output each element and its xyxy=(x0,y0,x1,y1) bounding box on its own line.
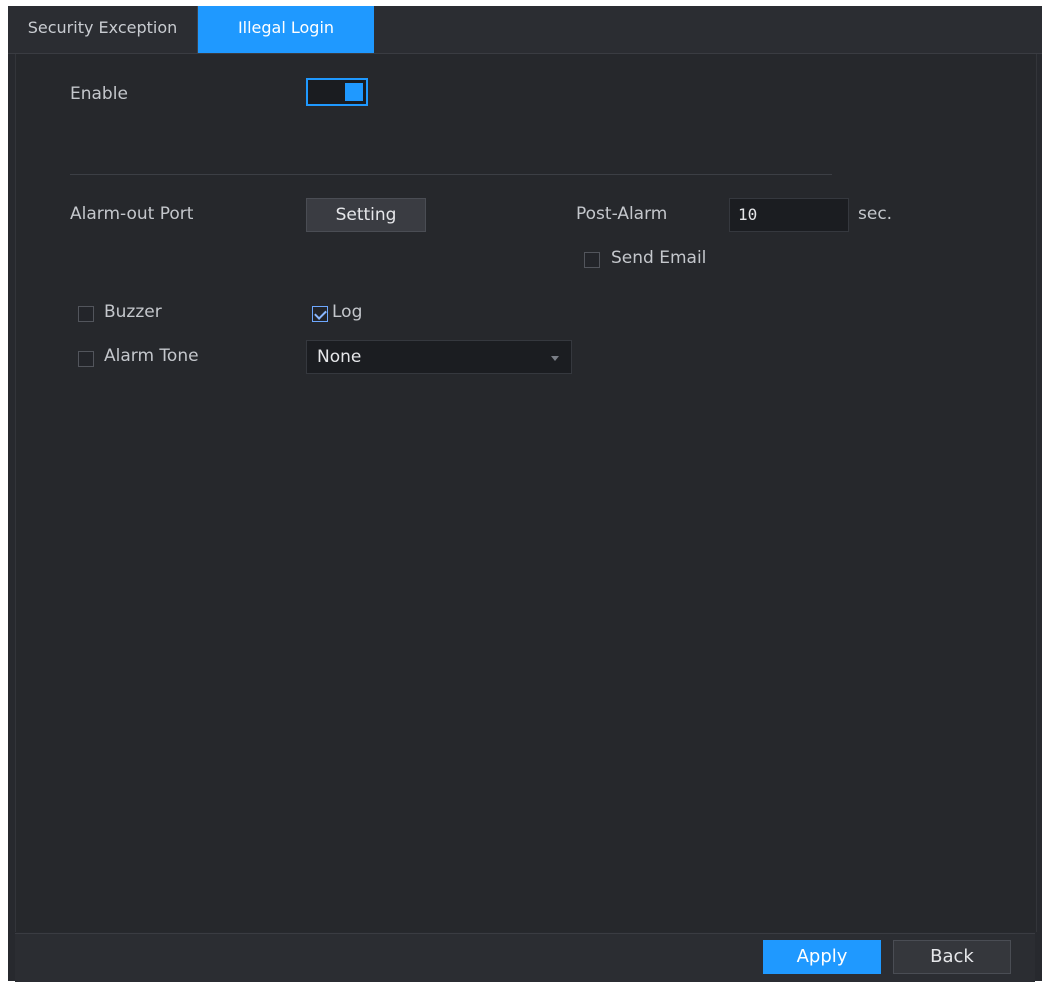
alarm-tone-value: None xyxy=(317,347,362,367)
tab-security-exception[interactable]: Security Exception xyxy=(8,6,198,53)
buzzer-label: Buzzer xyxy=(104,302,162,322)
post-alarm-label: Post-Alarm xyxy=(576,204,668,224)
settings-panel: Enable Alarm-out Port Setting Post-Alarm… xyxy=(15,54,1037,932)
send-email-checkbox[interactable] xyxy=(584,252,600,268)
back-button[interactable]: Back xyxy=(893,940,1011,974)
post-alarm-unit: sec. xyxy=(858,204,893,224)
log-label: Log xyxy=(332,302,363,322)
log-checkbox[interactable] xyxy=(312,306,328,322)
apply-button[interactable]: Apply xyxy=(763,940,881,974)
settings-window: Security Exception Illegal Login Enable … xyxy=(8,6,1042,982)
send-email-label: Send Email xyxy=(611,248,707,268)
buzzer-checkbox[interactable] xyxy=(78,306,94,322)
alarm-out-port-label: Alarm-out Port xyxy=(70,204,194,224)
post-alarm-input[interactable]: 10 xyxy=(729,198,849,232)
tab-illegal-login[interactable]: Illegal Login xyxy=(198,6,374,53)
divider xyxy=(70,174,832,175)
setting-button[interactable]: Setting xyxy=(306,198,426,232)
enable-label: Enable xyxy=(70,84,128,104)
enable-toggle[interactable] xyxy=(306,78,368,106)
alarm-tone-select[interactable]: None xyxy=(306,340,572,374)
chevron-down-icon xyxy=(551,356,559,361)
tab-bar: Security Exception Illegal Login xyxy=(8,6,1042,54)
footer-bar: Apply Back xyxy=(15,933,1035,982)
alarm-tone-label: Alarm Tone xyxy=(104,346,199,366)
toggle-knob xyxy=(345,83,363,101)
check-icon xyxy=(314,307,327,320)
alarm-tone-checkbox[interactable] xyxy=(78,351,94,367)
